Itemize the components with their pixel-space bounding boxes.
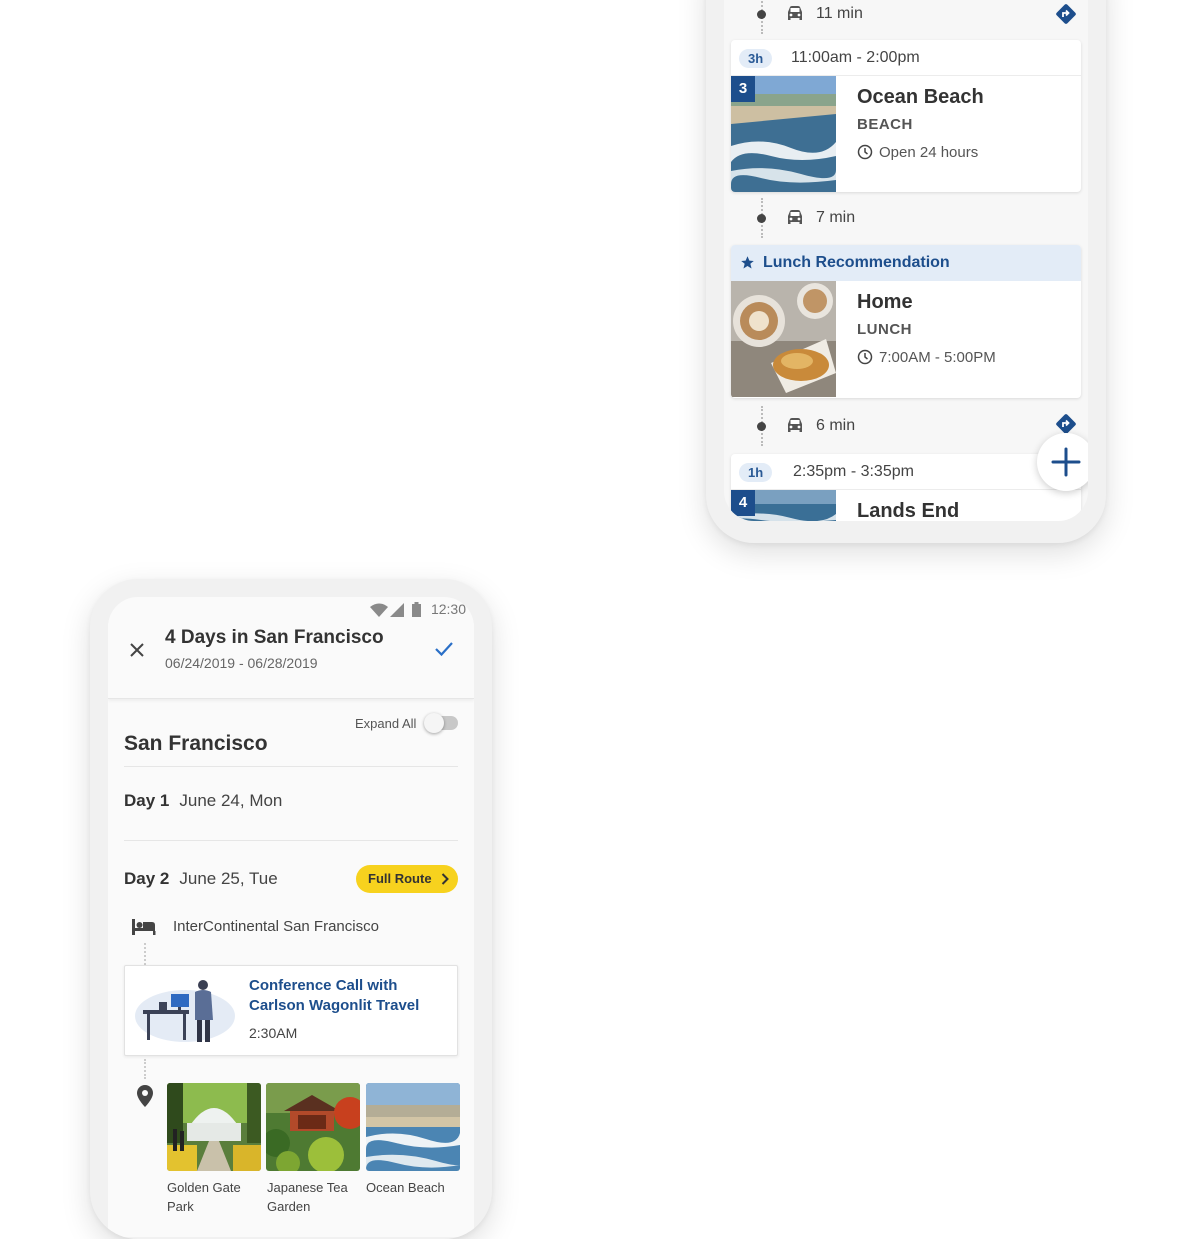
car-icon (788, 418, 802, 432)
day-row-2[interactable]: Day 2 June 25, Tue (124, 869, 278, 889)
itinerary-phone-frame: 11 min 3h 11:00am - 2:00pm 3 Ocean Beach… (706, 0, 1106, 543)
day-row-1[interactable]: Day 1 June 24, Mon (124, 791, 282, 811)
route-duration: 11 min (816, 5, 863, 22)
chevron-right-icon (441, 873, 449, 885)
place-hours-text: Open 24 hours (879, 144, 979, 161)
place-name: Lands End (857, 500, 960, 521)
event-title: Conference Call with Carlson Wagonlit Tr… (249, 977, 420, 1014)
place-thumbnail-japanese-tea-garden[interactable] (266, 1083, 360, 1171)
divider (124, 766, 458, 767)
place-name: Ocean Beach (857, 86, 984, 108)
expand-all-label: Expand All (355, 716, 417, 731)
timeline-dots (144, 1059, 146, 1079)
conference-call-illustration (135, 980, 235, 1042)
wifi-icon (370, 603, 388, 617)
lunch-recommendation-card[interactable]: Lunch Recommendation Home LUNCH 7:00AM -… (731, 245, 1081, 398)
app-bar: 4 Days in San Francisco 06/24/2019 - 06/… (108, 623, 474, 699)
check-icon[interactable] (434, 641, 454, 657)
trip-screen: 12:30 4 Days in San Francisco 06/24/2019… (108, 597, 474, 1237)
stop-number-badge: 3 (731, 76, 755, 102)
restaurant-hours-text: 7:00AM - 5:00PM (879, 349, 996, 366)
full-route-button[interactable]: Full Route (356, 865, 458, 893)
lunch-photo (731, 281, 836, 397)
duration-pill: 1h (739, 463, 773, 482)
place-thumbnail-ocean-beach[interactable] (366, 1083, 460, 1171)
day-label: Day 2 (124, 869, 170, 888)
place-label: Golden Gate Park (167, 1180, 241, 1214)
city-heading: San Francisco (124, 732, 268, 755)
car-icon (788, 210, 802, 224)
restaurant-name: Home (857, 291, 913, 313)
timeline-dot (757, 422, 766, 431)
status-time: 12:30 (430, 601, 466, 617)
itinerary-stop-card[interactable]: 3h 11:00am - 2:00pm 3 Ocean Beach BEACH (731, 40, 1081, 192)
recommendation-header: Lunch Recommendation (731, 245, 1081, 281)
directions-icon[interactable] (1054, 2, 1078, 26)
full-route-label: Full Route (368, 871, 432, 886)
stop-time-header: 1h 2:35pm - 3:35pm (731, 454, 1081, 490)
stop-time-header: 3h 11:00am - 2:00pm (731, 40, 1081, 76)
car-icon (788, 6, 802, 20)
close-icon[interactable] (128, 641, 146, 659)
hotel-bed-icon (132, 919, 156, 935)
expand-all-toggle[interactable] (424, 713, 458, 733)
battery-icon (412, 602, 421, 617)
restaurant-hours: 7:00AM - 5:00PM (857, 349, 996, 366)
add-stop-button[interactable] (1037, 433, 1088, 491)
plus-icon (1051, 447, 1081, 477)
route-duration: 6 min (816, 417, 856, 434)
clock-icon (857, 144, 873, 160)
place-thumbnail-golden-gate-park[interactable] (167, 1083, 261, 1171)
route-segment: 7 min (724, 198, 1088, 238)
itinerary-screen: 11 min 3h 11:00am - 2:00pm 3 Ocean Beach… (724, 0, 1088, 521)
timeline-dot (757, 214, 766, 223)
event-card[interactable]: Conference Call with Carlson Wagonlit Tr… (124, 965, 458, 1056)
restaurant-type: LUNCH (857, 321, 912, 338)
stop-number-badge: 4 (731, 490, 755, 516)
route-duration: 7 min (816, 209, 856, 226)
timeline-dots (144, 943, 146, 965)
trip-dates: 06/24/2019 - 06/28/2019 (165, 655, 318, 671)
place-hours: Open 24 hours (857, 144, 978, 161)
hotel-name: InterContinental San Francisco (173, 918, 379, 935)
timeline-dot (757, 10, 766, 19)
recommendation-label: Lunch Recommendation (763, 254, 950, 271)
event-time: 2:30AM (249, 1025, 298, 1041)
day-date: June 25, Tue (179, 869, 278, 888)
route-segment: 6 min (724, 406, 1088, 446)
status-bar: 12:30 (108, 597, 474, 623)
time-range: 2:35pm - 3:35pm (793, 463, 914, 480)
lands-end-photo: 4 (731, 490, 836, 521)
itinerary-stop-card[interactable]: 1h 2:35pm - 3:35pm 4 Lands End (731, 454, 1081, 521)
day-label: Day 1 (124, 791, 170, 810)
place-label: Japanese Tea Garden (267, 1180, 348, 1214)
duration-pill: 3h (739, 49, 773, 68)
trip-title: 4 Days in San Francisco (165, 627, 384, 648)
route-segment: 11 min (724, 0, 1088, 34)
clock-icon (857, 349, 873, 365)
ocean-beach-photo: 3 (731, 76, 836, 192)
divider (124, 840, 458, 841)
trip-phone-frame: 12:30 4 Days in San Francisco 06/24/2019… (90, 579, 492, 1239)
signal-icon (390, 603, 404, 617)
star-icon (741, 256, 754, 269)
place-label: Ocean Beach (366, 1180, 445, 1195)
time-range: 11:00am - 2:00pm (791, 49, 920, 66)
day-date: June 24, Mon (179, 791, 283, 810)
place-type: BEACH (857, 116, 913, 133)
location-pin-icon (137, 1085, 153, 1107)
toggle-knob (424, 713, 444, 733)
